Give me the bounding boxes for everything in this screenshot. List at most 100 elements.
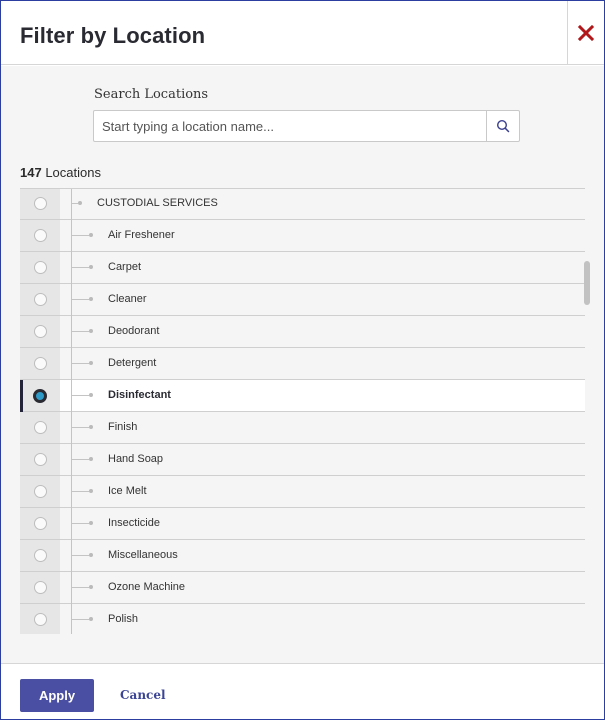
tree-line — [71, 412, 72, 444]
tree-branch — [71, 619, 89, 620]
location-radio[interactable] — [33, 325, 47, 338]
location-label: Cleaner — [108, 293, 147, 305]
location-row[interactable]: Finish — [20, 412, 585, 444]
tree-line — [71, 284, 72, 316]
tree-line — [71, 220, 72, 252]
tree-branch — [71, 267, 89, 268]
search-label: Search Locations — [94, 87, 209, 102]
close-x-icon — [578, 25, 594, 41]
search-input[interactable] — [94, 111, 486, 141]
location-radio[interactable] — [33, 453, 47, 466]
location-radio[interactable] — [33, 485, 47, 498]
tree-branch — [71, 555, 89, 556]
location-row[interactable]: CUSTODIAL SERVICES — [20, 189, 585, 220]
tree-node-dot — [89, 329, 93, 333]
location-radio[interactable] — [33, 388, 47, 403]
tree-node-dot — [89, 521, 93, 525]
tree-line — [71, 444, 72, 476]
tree-line — [71, 540, 72, 572]
radio-cell — [20, 444, 60, 475]
cancel-button[interactable]: Cancel — [120, 688, 166, 702]
location-row[interactable]: Air Freshener — [20, 220, 585, 252]
location-radio[interactable] — [33, 517, 47, 530]
tree-line — [71, 189, 72, 220]
location-radio[interactable] — [33, 421, 47, 434]
location-radio[interactable] — [33, 357, 47, 370]
radio-cell — [20, 189, 60, 219]
location-row[interactable]: Ice Melt — [20, 476, 585, 508]
tree-branch — [71, 491, 89, 492]
location-count-number: 147 — [20, 165, 42, 180]
tree-node-dot — [89, 265, 93, 269]
location-radio[interactable] — [33, 293, 47, 306]
location-label: Air Freshener — [108, 229, 175, 241]
location-label: Finish — [108, 421, 138, 433]
radio-cell — [20, 252, 60, 283]
location-radio[interactable] — [33, 229, 47, 242]
close-button[interactable] — [567, 1, 604, 65]
tree-branch — [71, 587, 89, 588]
radio-cell — [20, 316, 60, 347]
location-row[interactable]: Polish — [20, 604, 585, 634]
radio-cell — [20, 540, 60, 571]
location-row[interactable]: Miscellaneous — [20, 540, 585, 572]
tree-branch — [71, 331, 89, 332]
dialog-title: Filter by Location — [20, 23, 206, 48]
location-row[interactable]: Deodorant — [20, 316, 585, 348]
tree-branch — [71, 459, 89, 460]
selected-indicator — [20, 380, 23, 412]
tree-branch — [71, 203, 78, 204]
radio-cell — [20, 380, 60, 411]
location-row[interactable]: Hand Soap — [20, 444, 585, 476]
tree-line — [71, 572, 72, 604]
location-row[interactable]: Disinfectant — [20, 380, 585, 412]
tree-node-dot — [89, 393, 93, 397]
location-radio[interactable] — [33, 549, 47, 562]
location-label: Hand Soap — [108, 453, 164, 465]
radio-cell — [20, 572, 60, 603]
tree-branch — [71, 235, 89, 236]
location-label: Carpet — [108, 261, 142, 273]
radio-cell — [20, 220, 60, 251]
tree-node-dot — [89, 489, 93, 493]
dialog-footer: Apply Cancel — [1, 663, 604, 719]
location-label: Miscellaneous — [108, 549, 178, 561]
tree-branch — [71, 363, 89, 364]
search-icon — [496, 119, 510, 133]
tree-node-dot — [89, 233, 93, 237]
location-label: Deodorant — [108, 325, 160, 337]
list-scrollbar[interactable] — [584, 261, 590, 305]
location-label: Polish — [108, 613, 138, 625]
location-label: CUSTODIAL SERVICES — [97, 197, 218, 209]
location-row[interactable]: Cleaner — [20, 284, 585, 316]
location-radio[interactable] — [33, 613, 47, 626]
tree-node-dot — [89, 457, 93, 461]
tree-line — [71, 380, 72, 412]
location-count-label: Locations — [41, 165, 101, 180]
location-radio[interactable] — [33, 197, 47, 210]
radio-cell — [20, 412, 60, 443]
tree-line — [71, 316, 72, 348]
tree-node-dot — [89, 361, 93, 365]
tree-node-dot — [89, 585, 93, 589]
radio-cell — [20, 284, 60, 315]
tree-line — [71, 348, 72, 380]
location-row[interactable]: Ozone Machine — [20, 572, 585, 604]
tree-branch — [71, 395, 89, 396]
location-row[interactable]: Carpet — [20, 252, 585, 284]
tree-node-dot — [89, 617, 93, 621]
location-radio[interactable] — [33, 261, 47, 274]
location-list: CUSTODIAL SERVICES Air Freshener Carpet Cle… — [20, 188, 585, 634]
location-label: Insecticide — [108, 517, 160, 529]
dialog-body: Search Locations 147 Locations CUSTODIAL… — [1, 66, 604, 663]
tree-node-dot — [78, 201, 82, 205]
location-row[interactable]: Insecticide — [20, 508, 585, 540]
tree-branch — [71, 299, 89, 300]
radio-cell — [20, 604, 60, 634]
location-radio[interactable] — [33, 581, 47, 594]
radio-cell — [20, 348, 60, 379]
search-button[interactable] — [486, 111, 519, 141]
radio-cell — [20, 476, 60, 507]
location-row[interactable]: Detergent — [20, 348, 585, 380]
apply-button[interactable]: Apply — [20, 679, 94, 712]
